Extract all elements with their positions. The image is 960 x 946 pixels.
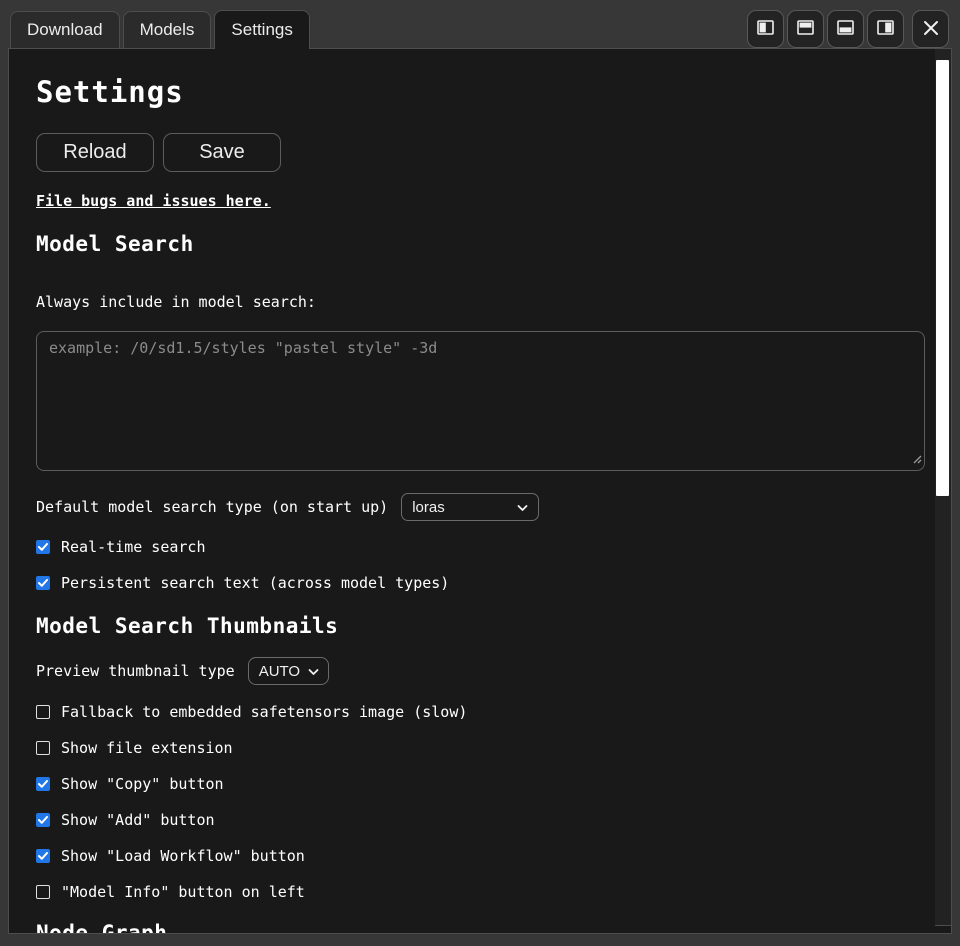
save-button[interactable]: Save (163, 133, 281, 172)
tab-bar: Download Models Settings (0, 0, 960, 48)
always-include-label: Always include in model search: (36, 293, 907, 311)
preview-thumbnail-select[interactable]: AUTO (248, 657, 329, 685)
close-button[interactable] (912, 10, 949, 48)
show-copy-button-label: Show "Copy" button (61, 775, 224, 793)
persistent-search-row: Persistent search text (across model typ… (36, 575, 907, 590)
section-title-thumbnails: Model Search Thumbnails (36, 614, 907, 638)
persistent-search-label: Persistent search text (across model typ… (61, 574, 449, 592)
fallback-safetensors-checkbox[interactable] (36, 705, 50, 719)
split-view-left-button[interactable] (747, 10, 784, 48)
show-add-button-row: Show "Add" button (36, 812, 907, 827)
fallback-safetensors-label: Fallback to embedded safetensors image (… (61, 703, 467, 721)
persistent-search-checkbox[interactable] (36, 576, 50, 590)
scrollbar-thumb[interactable] (936, 60, 949, 496)
tab-strip: Download Models Settings (10, 10, 310, 48)
vertical-scrollbar[interactable] (935, 49, 951, 925)
scrollbar-track-end (935, 925, 951, 926)
section-title-model-search: Model Search (36, 232, 907, 256)
reload-button[interactable]: Reload (36, 133, 154, 172)
tab-settings[interactable]: Settings (214, 10, 309, 49)
model-info-left-checkbox[interactable] (36, 885, 50, 899)
realtime-search-checkbox[interactable] (36, 540, 50, 554)
fallback-safetensors-row: Fallback to embedded safetensors image (… (36, 704, 907, 719)
show-copy-button-row: Show "Copy" button (36, 776, 907, 791)
show-copy-button-checkbox[interactable] (36, 777, 50, 791)
split-view-left-icon (757, 20, 774, 38)
action-button-row: Reload Save (36, 133, 907, 172)
model-info-left-label: "Model Info" button on left (61, 883, 305, 901)
preview-thumbnail-label: Preview thumbnail type (36, 662, 235, 680)
model-search-textarea-wrap (36, 331, 925, 471)
show-load-workflow-label: Show "Load Workflow" button (61, 847, 305, 865)
show-load-workflow-row: Show "Load Workflow" button (36, 848, 907, 863)
preview-thumbnail-value: AUTO (259, 663, 300, 680)
realtime-search-label: Real-time search (61, 538, 206, 556)
resize-grip-icon[interactable] (912, 449, 922, 468)
split-view-right-icon (877, 20, 894, 38)
window-controls (747, 10, 949, 48)
chevron-down-icon (517, 499, 528, 516)
default-search-type-row: Default model search type (on start up) … (36, 493, 907, 521)
file-bugs-link[interactable]: File bugs and issues here. (36, 192, 271, 210)
split-view-bottom-icon (837, 20, 854, 38)
preview-thumbnail-row: Preview thumbnail type AUTO (36, 657, 907, 685)
show-add-button-label: Show "Add" button (61, 811, 215, 829)
model-info-left-row: "Model Info" button on left (36, 884, 907, 899)
show-load-workflow-checkbox[interactable] (36, 849, 50, 863)
show-add-button-checkbox[interactable] (36, 813, 50, 827)
split-view-top-icon (797, 20, 814, 38)
split-view-bottom-button[interactable] (827, 10, 864, 48)
realtime-search-row: Real-time search (36, 539, 907, 554)
settings-panel: Settings Reload Save File bugs and issue… (8, 48, 952, 934)
page-title: Settings (36, 75, 907, 109)
default-search-type-select[interactable]: loras (401, 493, 539, 521)
split-view-right-button[interactable] (867, 10, 904, 48)
show-file-extension-label: Show file extension (61, 739, 233, 757)
always-include-textarea[interactable] (36, 331, 925, 471)
section-title-node-graph: Node Graph (36, 921, 907, 934)
tab-models[interactable]: Models (123, 11, 212, 48)
chevron-down-icon (308, 663, 319, 680)
default-search-type-value: loras (412, 499, 445, 516)
split-view-top-button[interactable] (787, 10, 824, 48)
close-icon (922, 19, 940, 40)
default-search-type-label: Default model search type (on start up) (36, 498, 388, 516)
tab-download[interactable]: Download (10, 11, 120, 48)
show-file-extension-checkbox[interactable] (36, 741, 50, 755)
show-file-extension-row: Show file extension (36, 740, 907, 755)
settings-content: Settings Reload Save File bugs and issue… (9, 49, 951, 933)
